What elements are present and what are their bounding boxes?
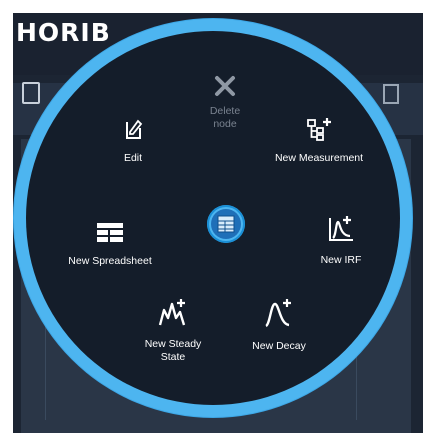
- new-steady-state-label: New Steady State: [144, 338, 202, 363]
- document-icon[interactable]: [22, 82, 40, 104]
- new-spreadsheet-label: New Spreadsheet: [68, 255, 152, 267]
- spreadsheet-node-icon: [217, 215, 235, 233]
- new-irf-label: New IRF: [320, 254, 362, 266]
- delete-node-button[interactable]: Delete node: [199, 75, 251, 131]
- grid-view-icon[interactable]: [383, 84, 399, 104]
- new-decay-label: New Decay: [252, 340, 306, 352]
- new-measurement-icon: [307, 118, 331, 141]
- brand-logo: HORIB: [16, 18, 111, 47]
- center-node-inner: [211, 209, 241, 239]
- new-irf-button[interactable]: New IRF: [312, 214, 370, 267]
- new-irf-icon: [329, 216, 353, 241]
- edit-label: Edit: [123, 152, 143, 164]
- edit-button[interactable]: Edit: [113, 118, 153, 165]
- new-steady-state-button[interactable]: New Steady State: [137, 298, 209, 364]
- new-spreadsheet-button[interactable]: New Spreadsheet: [57, 221, 163, 268]
- new-measurement-button[interactable]: New Measurement: [264, 116, 374, 165]
- spreadsheet-icon: [97, 223, 123, 242]
- edit-icon: [126, 119, 143, 139]
- new-decay-button[interactable]: New Decay: [242, 298, 316, 353]
- delete-node-label: Delete node: [209, 105, 241, 130]
- new-steady-state-icon: [158, 299, 186, 326]
- close-icon: [215, 76, 235, 96]
- new-measurement-label: New Measurement: [274, 152, 364, 164]
- new-decay-icon: [265, 299, 291, 328]
- center-node-button[interactable]: [207, 205, 245, 243]
